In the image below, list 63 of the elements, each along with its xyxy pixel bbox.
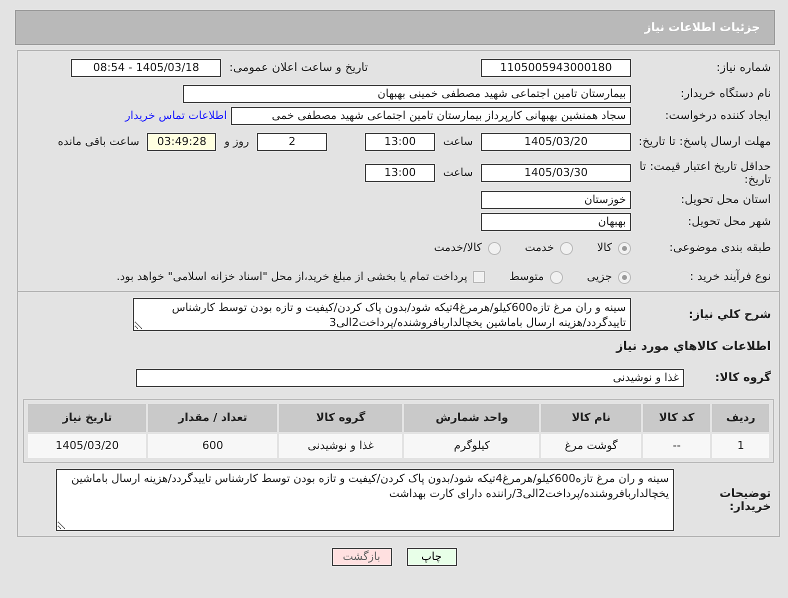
field-label: ساعت xyxy=(443,164,473,181)
text-field[interactable]: 1405/03/18 - 08:54 xyxy=(71,59,222,77)
text-field[interactable]: خوزستان xyxy=(481,191,631,209)
back-button[interactable]: بازگشت xyxy=(332,548,392,566)
field-label: تاریخ و ساعت اعلان عمومی: xyxy=(229,61,369,75)
option-label: متوسط xyxy=(509,268,544,285)
column-header: نام کالا xyxy=(541,404,641,432)
text-field[interactable]: بهبهان xyxy=(481,213,631,231)
field-label: نام دستگاه خریدار: xyxy=(679,87,772,101)
page-title: جزئیات اطلاعات نیاز xyxy=(644,18,760,36)
field-label: ساعت باقی مانده xyxy=(58,134,140,150)
text-field[interactable]: سجاد همنشین بهبهانی کارپرداز بیمارستان تامین اجتماعی شهید مصطفی خمی xyxy=(231,107,631,125)
option-label: خدمت xyxy=(524,240,554,256)
field-label: ایجاد کننده درخواست: xyxy=(664,109,772,123)
radio-button[interactable] xyxy=(550,270,563,284)
radio-button[interactable] xyxy=(618,242,631,254)
table-cell: 600 xyxy=(148,434,277,458)
field-label: شهر محل تحویل: xyxy=(686,215,772,229)
field-label: استان محل تحویل: xyxy=(680,193,772,207)
field-label: نوع فرآیند خرید : xyxy=(688,270,772,284)
radio-button[interactable] xyxy=(618,270,631,284)
field-label: طبقه بندی موضوعی: xyxy=(668,241,772,255)
column-header: گروه کالا xyxy=(279,404,402,432)
column-header: کد کالا xyxy=(642,404,710,432)
table-cell: 1405/03/20 xyxy=(28,434,146,458)
table-cell: -- xyxy=(642,434,710,458)
table-cell: 1 xyxy=(712,434,769,458)
checkbox[interactable] xyxy=(473,271,486,283)
field-label: شرح کلي نیاز: xyxy=(688,308,772,322)
option-label: کالا/خدمت xyxy=(434,240,482,256)
time-field[interactable]: 13:00 xyxy=(365,164,436,182)
text-field[interactable]: غذا و نوشیدنی xyxy=(136,369,684,387)
contact-link[interactable]: اطلاعات تماس خریدار xyxy=(125,108,227,124)
field-label: مهلت ارسال پاسخ: تا تاریخ: xyxy=(637,135,772,149)
field-label: شماره نیاز: xyxy=(715,61,772,75)
days-field[interactable]: 2 xyxy=(257,133,328,151)
field-label: گروه کالا: xyxy=(714,371,772,385)
radio-button[interactable] xyxy=(488,242,501,254)
description-field[interactable]: سینه و ران مرغ تازه600کیلو/هرمرغ4تیکه شود/بدون پاک کردن/کیفیت و تازه بودن توسط کارشناس تاییدگردد/هزینه ارسال باماشین یخچالداربافروشنده/پرداخت2الی3 xyxy=(133,298,631,331)
countdown-field: 03:49:28 xyxy=(147,133,216,151)
column-header: تعداد / مقدار xyxy=(148,404,277,432)
option-label: کالا xyxy=(597,240,612,256)
field-label: حداقل تاریخ اعتبار قیمت: تا تاریخ: xyxy=(638,160,772,186)
text-field[interactable]: بیمارستان تامین اجتماعی شهید مصطفی خمینی بهبهان xyxy=(183,85,631,103)
table-cell: غذا و نوشیدنی xyxy=(279,434,402,458)
field-label: روز و xyxy=(224,134,250,150)
field-label: توضیحات خریدار: xyxy=(718,486,772,514)
section-heading: اطلاعات کالاهاي مورد نیاز xyxy=(614,338,772,355)
table-cell: کیلوگرم xyxy=(404,434,540,458)
text-field[interactable]: 1105005943000180 xyxy=(481,59,631,77)
column-header: واحد شمارش xyxy=(404,404,540,432)
radio-button[interactable] xyxy=(560,242,574,254)
field-label: ساعت xyxy=(443,134,473,150)
print-button[interactable]: چاپ xyxy=(406,548,456,566)
notes-field[interactable]: سینه و ران مرغ تازه600کیلو/هرمرغ4تیکه شود/بدون پاک کردن/کیفیت و تازه بودن توسط کارشناس تاییدگردد/هزینه ارسال باماشین یخچالداربافروشنده/پرداخت2الی3/راننده دارای کارت بهداشت xyxy=(56,469,674,531)
date-field[interactable]: 1405/03/30 xyxy=(481,164,631,182)
table-cell: گوشت مرغ xyxy=(541,434,641,458)
column-header: ردیف xyxy=(712,404,769,432)
date-field[interactable]: 1405/03/20 xyxy=(481,133,631,151)
column-header: تاریخ نیاز xyxy=(28,404,146,432)
option-label: جزیی xyxy=(586,268,612,285)
checkbox-label: پرداخت تمام یا بخشی از مبلغ خرید،از محل "اسناد خزانه اسلامی" خواهد بود. xyxy=(116,268,468,285)
time-field[interactable]: 13:00 xyxy=(365,133,436,151)
